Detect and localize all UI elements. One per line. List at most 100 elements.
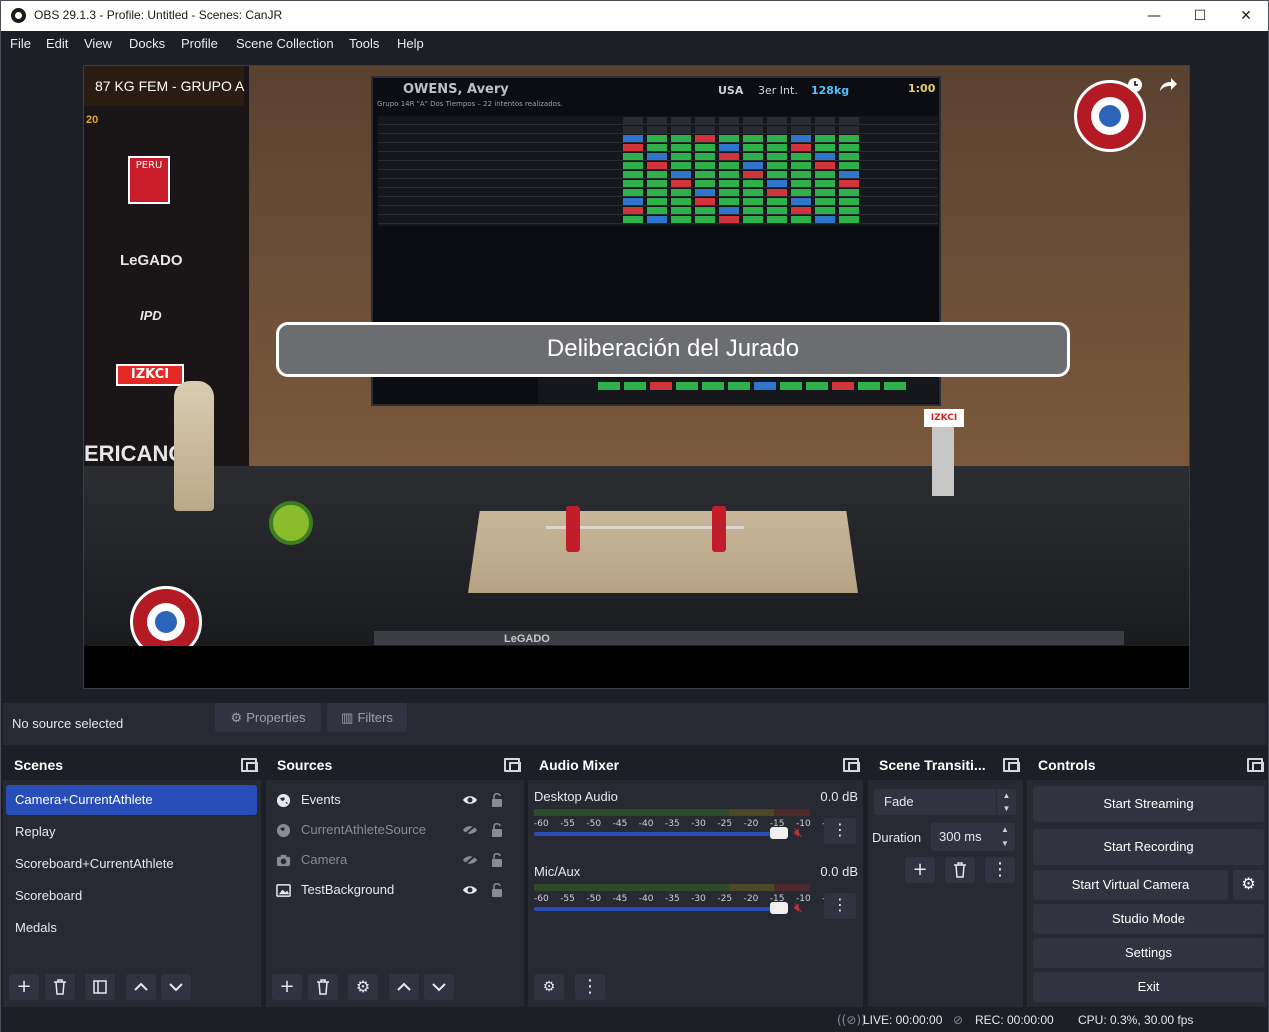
db-tick-label: -45 — [612, 894, 628, 904]
video-share-icons — [1126, 76, 1179, 98]
unlock-icon[interactable] — [491, 882, 503, 898]
start-virtual-camera-button[interactable]: Start Virtual Camera — [1033, 870, 1228, 900]
menu-file[interactable]: File — [10, 36, 31, 51]
scene-item[interactable]: Scoreboard — [6, 881, 257, 911]
unlock-icon[interactable] — [491, 792, 503, 808]
add-scene-button[interactable]: + — [9, 974, 39, 1000]
menu-edit[interactable]: Edit — [46, 36, 68, 51]
minimize-button[interactable]: — — [1131, 1, 1177, 31]
maximize-button[interactable]: ☐ — [1177, 1, 1223, 31]
move-source-up-button[interactable] — [389, 974, 419, 1000]
start-recording-button[interactable]: Start Recording — [1033, 829, 1264, 865]
scoreboard-cell — [623, 189, 643, 196]
channel-menu-button[interactable]: ⋮ — [824, 893, 856, 919]
properties-button[interactable]: ⚙ Properties — [215, 703, 321, 732]
settings-button[interactable]: Settings — [1033, 938, 1264, 968]
partial-word: ERICANO — [84, 441, 186, 466]
channel-menu-button[interactable]: ⋮ — [824, 818, 856, 844]
scoreboard-cell — [695, 207, 715, 214]
start-streaming-button[interactable]: Start Streaming — [1033, 786, 1264, 822]
volume-slider-handle[interactable] — [770, 902, 788, 914]
menu-profile[interactable]: Profile — [181, 36, 218, 51]
exit-button[interactable]: Exit — [1033, 972, 1264, 1002]
add-source-button[interactable]: + — [272, 974, 302, 1000]
menu-docks[interactable]: Docks — [129, 36, 165, 51]
filter-icon — [93, 980, 107, 994]
scoreboard-cell — [839, 135, 859, 142]
mixer-menu-button[interactable]: ⋮ — [575, 974, 605, 1000]
move-scene-down-button[interactable] — [161, 974, 191, 1000]
scoreboard-cell — [743, 135, 763, 142]
controls-title: Controls — [1038, 757, 1096, 773]
gear-icon: ⚙ — [355, 977, 371, 996]
volume-slider-handle[interactable] — [770, 827, 788, 839]
dock-float-icon[interactable] — [241, 758, 258, 772]
scoreboard-cell — [647, 207, 667, 214]
source-item-events[interactable]: Events — [276, 786, 516, 814]
muted-speaker-icon[interactable]: 🔇︎ — [794, 900, 803, 916]
volume-slider-track[interactable] — [534, 832, 788, 836]
dock-float-icon[interactable] — [504, 758, 521, 772]
eye-hidden-icon[interactable] — [462, 854, 478, 866]
eye-hidden-icon[interactable] — [462, 824, 478, 836]
scoreboard-cell — [791, 162, 811, 169]
source-properties-button[interactable]: ⚙ — [348, 974, 378, 1000]
scene-item[interactable]: Scoreboard+CurrentAthlete — [6, 849, 257, 879]
source-item-testbackground[interactable]: TestBackground — [276, 876, 516, 904]
scoreboard-table — [378, 116, 938, 226]
scoreboard-cell — [719, 180, 739, 187]
more-vertical-icon: ⋮ — [991, 859, 1009, 880]
chevron-down-icon — [432, 983, 446, 992]
move-source-down-button[interactable] — [424, 974, 454, 1000]
eye-icon[interactable] — [462, 794, 478, 806]
menu-view[interactable]: View — [84, 36, 112, 51]
remove-source-button[interactable] — [308, 974, 338, 1000]
menu-help[interactable]: Help — [397, 36, 424, 51]
scoreboard-row — [378, 206, 938, 215]
source-item-currentathletesource[interactable]: CurrentAthleteSource — [276, 816, 516, 844]
menu-scene-collection[interactable]: Scene Collection — [236, 36, 334, 51]
unlock-icon[interactable] — [491, 852, 503, 868]
duration-spinbox[interactable]: 300 ms ▲ ▼ — [931, 823, 1015, 851]
scoreboard-cell — [671, 198, 691, 205]
scoreboard-cell — [671, 207, 691, 214]
scene-item[interactable]: Replay — [6, 817, 257, 847]
add-transition-button[interactable]: + — [905, 857, 935, 883]
scoreboard-cell — [671, 162, 691, 169]
dock-float-icon[interactable] — [843, 758, 860, 772]
muted-speaker-icon[interactable]: 🔇︎ — [794, 825, 803, 841]
source-item-camera[interactable]: Camera — [276, 846, 516, 874]
close-button[interactable]: ✕ — [1223, 1, 1269, 31]
scoreboard-cell — [695, 216, 715, 223]
remove-transition-button[interactable] — [945, 857, 975, 883]
scene-transitions-body: Fade ▲ ▼ Duration 300 ms ▲ ▼ + ⋮ — [868, 781, 1023, 1007]
unlock-icon[interactable] — [491, 822, 503, 838]
eye-icon[interactable] — [462, 884, 478, 896]
sources-list: Events CurrentAthleteSource Camera TestB… — [266, 781, 524, 1007]
transition-select[interactable]: Fade ▲ ▼ — [874, 789, 1016, 815]
studio-mode-button[interactable]: Studio Mode — [1033, 904, 1264, 934]
dock-float-icon[interactable] — [1003, 758, 1020, 772]
move-scene-up-button[interactable] — [126, 974, 156, 1000]
scoreboard-cell — [623, 117, 643, 124]
filters-button[interactable]: ▥ Filters — [327, 703, 407, 732]
volume-slider-track[interactable] — [534, 907, 788, 911]
spin-arrows-icon[interactable]: ▲ ▼ — [995, 823, 1015, 851]
scoreboard-cell — [815, 135, 835, 142]
scoreboard-cell — [791, 153, 811, 160]
scoreboard-cell — [791, 171, 811, 178]
scoreboard-cell — [767, 153, 787, 160]
remove-scene-button[interactable] — [45, 974, 75, 1000]
scoreboard-cell — [647, 198, 667, 205]
virtual-camera-settings-button[interactable]: ⚙ — [1233, 870, 1264, 900]
scene-item[interactable]: Medals — [6, 913, 257, 943]
dock-float-icon[interactable] — [1247, 758, 1264, 772]
menu-tools[interactable]: Tools — [349, 36, 379, 51]
scoreboard-row — [378, 197, 938, 206]
scene-item[interactable]: Camera+CurrentAthlete — [6, 785, 257, 815]
advanced-audio-button[interactable]: ⚙ — [534, 974, 564, 1000]
scene-filters-button[interactable] — [85, 974, 115, 1000]
transition-menu-button[interactable]: ⋮ — [985, 857, 1015, 883]
audio-mixer-dock: Audio Mixer Desktop Audio 0.0 dB -60 -55 -… — [528, 751, 863, 1007]
program-preview[interactable]: 20 PERU LeGADO IPD IZKCI ERICANO 17 OWEN… — [83, 65, 1190, 689]
